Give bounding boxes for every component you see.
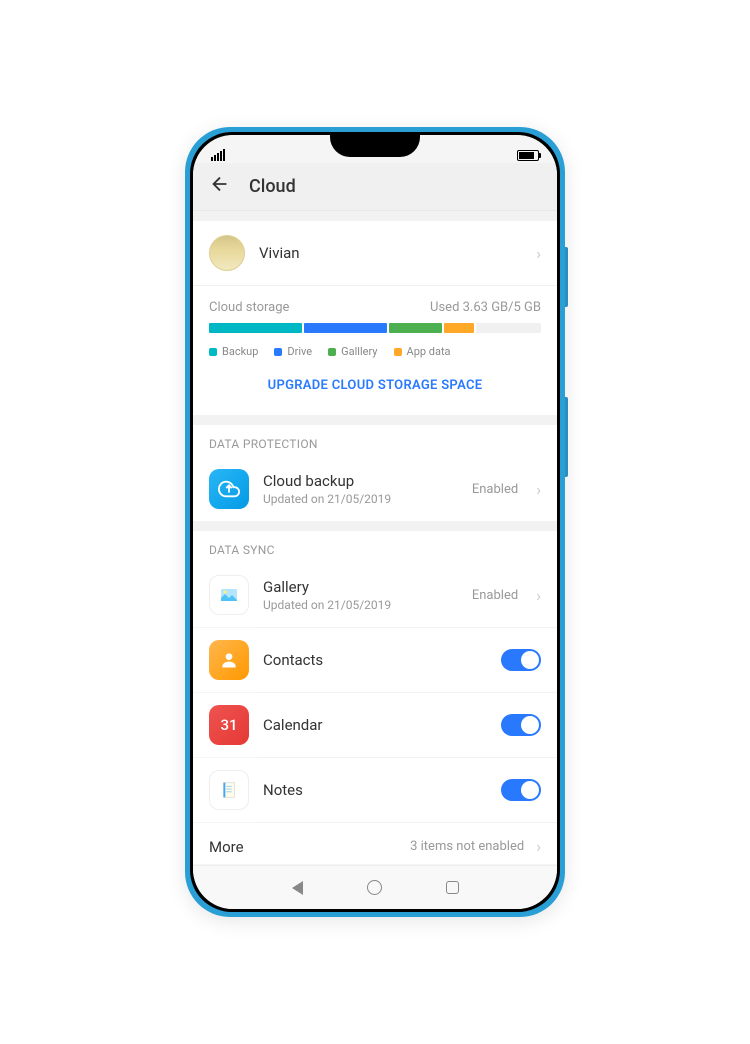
row-title: Gallery: [263, 578, 458, 596]
storage-seg-appdata: [444, 323, 474, 333]
phone-frame: Cloud Vivian › Cloud storage Used 3.63 G…: [185, 127, 565, 917]
profile-row[interactable]: Vivian ›: [193, 221, 557, 286]
more-row[interactable]: More 3 items not enabled ›: [193, 823, 557, 864]
page-title: Cloud: [249, 176, 296, 197]
storage-bar: [209, 323, 541, 333]
storage-legend: Backup Drive Galllery App data: [209, 345, 541, 358]
notes-icon: [209, 770, 249, 810]
storage-seg-drive: [304, 323, 387, 333]
storage-seg-backup: [209, 323, 302, 333]
nav-home-button[interactable]: [367, 880, 382, 895]
chevron-right-icon: ›: [536, 244, 541, 263]
legend-appdata: App data: [407, 345, 451, 358]
gallery-icon: [209, 575, 249, 615]
row-subtitle: Updated on 21/05/2019: [263, 492, 458, 506]
chevron-right-icon: ›: [536, 586, 541, 605]
row-title: Notes: [263, 781, 487, 799]
legend-drive: Drive: [287, 345, 312, 358]
section-data-sync: DATA SYNC: [193, 531, 557, 563]
more-status: 3 items not enabled: [410, 839, 524, 854]
section-data-protection: DATA PROTECTION: [193, 425, 557, 457]
upgrade-storage-button[interactable]: UPGRADE CLOUD STORAGE SPACE: [209, 372, 541, 401]
calendar-toggle[interactable]: [501, 714, 541, 736]
notes-toggle[interactable]: [501, 779, 541, 801]
storage-used-text: Used 3.63 GB/5 GB: [430, 300, 541, 315]
row-status: Enabled: [472, 482, 518, 497]
storage-seg-free: [476, 323, 541, 333]
battery-icon: [517, 150, 539, 161]
row-title: Contacts: [263, 651, 487, 669]
side-button: [565, 397, 568, 477]
chevron-right-icon: ›: [536, 480, 541, 499]
storage-section: Cloud storage Used 3.63 GB/5 GB Backup D…: [193, 286, 557, 415]
profile-name: Vivian: [259, 244, 518, 262]
side-button: [565, 247, 568, 307]
chevron-right-icon: ›: [536, 837, 541, 856]
back-button[interactable]: [209, 173, 231, 201]
row-title: Cloud backup: [263, 472, 458, 490]
legend-gallery: Galllery: [341, 345, 377, 358]
calendar-icon: 31: [209, 705, 249, 745]
row-title: Calendar: [263, 716, 487, 734]
storage-seg-gallery: [389, 323, 442, 333]
display-notch: [330, 135, 420, 157]
row-subtitle: Updated on 21/05/2019: [263, 598, 458, 612]
cloud-backup-row[interactable]: Cloud backup Updated on 21/05/2019 Enabl…: [193, 457, 557, 521]
nav-back-button[interactable]: [292, 881, 303, 895]
notes-row: Notes: [193, 758, 557, 822]
avatar: [209, 235, 245, 271]
more-label: More: [209, 838, 402, 856]
cloud-backup-icon: [209, 469, 249, 509]
navigation-bar: [193, 865, 557, 909]
storage-label: Cloud storage: [209, 300, 289, 315]
gallery-row[interactable]: Gallery Updated on 21/05/2019 Enabled ›: [193, 563, 557, 627]
calendar-row: 31 Calendar: [193, 693, 557, 757]
legend-backup: Backup: [222, 345, 258, 358]
nav-recent-button[interactable]: [446, 881, 459, 894]
contacts-row: Contacts: [193, 628, 557, 692]
app-bar: Cloud: [193, 163, 557, 211]
row-status: Enabled: [472, 588, 518, 603]
contacts-icon: [209, 640, 249, 680]
contacts-toggle[interactable]: [501, 649, 541, 671]
signal-icon: [211, 149, 225, 161]
